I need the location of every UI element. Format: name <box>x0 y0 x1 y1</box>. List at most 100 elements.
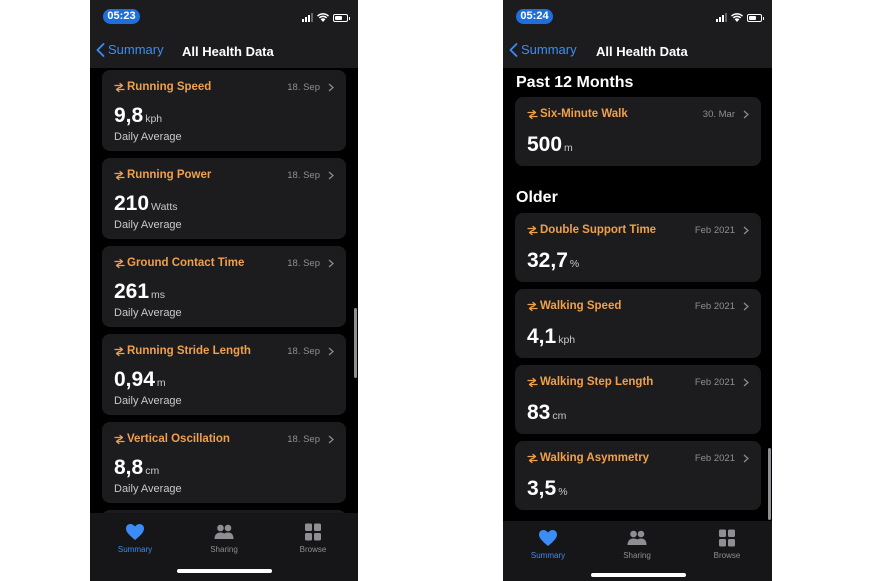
page-title: All Health Data <box>182 44 274 59</box>
metric-value-unit: m <box>156 377 166 389</box>
tab-bar: Summary Sharing Browse <box>503 521 772 581</box>
scroll-indicator[interactable] <box>354 308 357 378</box>
chevron-right-icon <box>328 347 334 355</box>
section-header-older: Older <box>516 189 558 206</box>
metric-date: Feb 2021 <box>694 224 735 236</box>
battery-level <box>335 16 343 20</box>
grid-icon <box>719 529 735 547</box>
metric-card-vertical-oscillation[interactable]: Vertical Oscillation 18. Sep 8,8 cm Dail… <box>102 422 346 503</box>
chevron-right-icon <box>743 110 749 118</box>
navigation-bar: Summary All Health Data <box>503 30 772 68</box>
chevron-right-icon <box>328 171 334 179</box>
metric-value-unit: % <box>558 486 568 498</box>
tab-summary[interactable]: Summary <box>518 529 578 560</box>
heart-icon <box>126 524 144 540</box>
chevron-right-icon <box>328 259 334 267</box>
metric-date: 18. Sep <box>287 257 320 269</box>
metric-card-walking-asymmetry[interactable]: Walking Asymmetry Feb 2021 3,5 % <box>515 441 761 510</box>
back-button-label: Summary <box>521 42 577 57</box>
tab-label: Summary <box>117 545 153 554</box>
metric-value-number: 3,5 <box>527 477 557 500</box>
metric-title: Ground Contact Time <box>127 257 245 269</box>
metric-value-number: 32,7 <box>527 249 568 272</box>
tab-browse[interactable]: Browse <box>283 523 343 554</box>
page-title: All Health Data <box>596 44 688 59</box>
metric-card-running-power[interactable]: Running Power 18. Sep 210 Watts Daily Av… <box>102 158 346 239</box>
metric-value: 0,94 m <box>114 368 166 392</box>
tab-label: Summary <box>530 551 566 560</box>
tab-sharing[interactable]: Sharing <box>194 523 254 554</box>
metric-title: Running Speed <box>127 81 212 93</box>
metric-date: Feb 2021 <box>694 300 735 312</box>
chevron-right-icon <box>328 435 334 443</box>
phone-screen-left: 05:23 Summary All Health Data Running Sp… <box>90 0 358 581</box>
chevron-left-icon <box>96 42 105 57</box>
metric-value-unit: cm <box>145 465 160 477</box>
metric-value: 83 cm <box>527 401 566 425</box>
running-metric-icon <box>527 301 538 311</box>
metric-value: 4,1 kph <box>527 325 575 349</box>
metric-value: 3,5 % <box>527 477 568 501</box>
chevron-left-icon <box>509 42 518 57</box>
metric-subtitle: Daily Average <box>114 131 182 143</box>
health-data-list[interactable]: Past 12 Months Six-Minute Walk 30. Mar 5… <box>503 68 772 521</box>
metric-value: 500 m <box>527 133 573 157</box>
tab-label: Sharing <box>623 551 651 560</box>
metric-date: 18. Sep <box>287 345 320 357</box>
status-time[interactable]: 05:24 <box>516 9 553 24</box>
metric-date: Feb 2021 <box>694 452 735 464</box>
battery-icon <box>747 14 764 22</box>
metric-card-walking-step-length[interactable]: Walking Step Length Feb 2021 83 cm <box>515 365 761 434</box>
metric-card-walking-speed[interactable]: Walking Speed Feb 2021 4,1 kph <box>515 289 761 358</box>
status-icons <box>716 12 764 22</box>
metric-subtitle: Daily Average <box>114 307 182 319</box>
section-header-past-12-months: Past 12 Months <box>516 74 634 91</box>
health-data-list[interactable]: Running Speed 18. Sep 9,8 kph Daily Aver… <box>90 68 358 513</box>
metric-value: 8,8 cm <box>114 456 159 480</box>
metric-title: Walking Step Length <box>540 376 654 388</box>
metric-card-six-minute-walk[interactable]: Six-Minute Walk 30. Mar 500 m <box>515 97 761 166</box>
metric-value: 32,7 % <box>527 249 579 273</box>
metric-value-unit: ms <box>151 289 166 301</box>
metric-title: Running Stride Length <box>127 345 251 357</box>
tab-summary[interactable]: Summary <box>105 523 165 554</box>
tab-sharing[interactable]: Sharing <box>607 529 667 560</box>
metric-value-unit: m <box>564 142 573 154</box>
wifi-icon <box>317 13 329 22</box>
metric-value-unit: Watts <box>151 201 178 213</box>
tab-label: Browse <box>713 551 741 560</box>
metric-value-number: 4,1 <box>527 325 557 348</box>
metric-card-running-speed[interactable]: Running Speed 18. Sep 9,8 kph Daily Aver… <box>102 70 346 151</box>
running-metric-icon <box>527 377 538 387</box>
metric-card-ground-contact-time[interactable]: Ground Contact Time 18. Sep 261 ms Daily… <box>102 246 346 327</box>
running-metric-icon <box>114 170 125 180</box>
status-bar: 05:23 <box>90 0 358 30</box>
metric-card-double-support-time[interactable]: Double Support Time Feb 2021 32,7 % <box>515 213 761 282</box>
running-metric-icon <box>114 82 125 92</box>
metric-date: 18. Sep <box>287 169 320 181</box>
metric-value-number: 8,8 <box>114 456 144 479</box>
metric-subtitle: Daily Average <box>114 483 182 495</box>
metric-value-number: 83 <box>527 401 551 424</box>
status-time[interactable]: 05:23 <box>103 9 140 24</box>
metric-title: Double Support Time <box>540 224 657 236</box>
back-button[interactable]: Summary <box>96 42 164 57</box>
running-metric-icon <box>527 453 538 463</box>
running-metric-icon <box>114 434 125 444</box>
home-indicator[interactable] <box>177 569 272 573</box>
cellular-signal-icon <box>716 13 727 22</box>
metric-value-unit: % <box>569 258 580 270</box>
status-icons <box>302 12 350 22</box>
home-indicator[interactable] <box>590 573 686 577</box>
metric-value-number: 261 <box>114 280 150 303</box>
scroll-indicator[interactable] <box>768 448 771 520</box>
metric-subtitle: Daily Average <box>114 395 182 407</box>
metric-value-number: 9,8 <box>114 104 144 127</box>
metric-card-running-stride-length[interactable]: Running Stride Length 18. Sep 0,94 m Dai… <box>102 334 346 415</box>
metric-value: 261 ms <box>114 280 165 304</box>
back-button[interactable]: Summary <box>509 42 577 57</box>
battery-level <box>749 16 757 20</box>
people-icon <box>627 530 647 545</box>
back-button-label: Summary <box>108 42 164 57</box>
tab-browse[interactable]: Browse <box>697 529 757 560</box>
